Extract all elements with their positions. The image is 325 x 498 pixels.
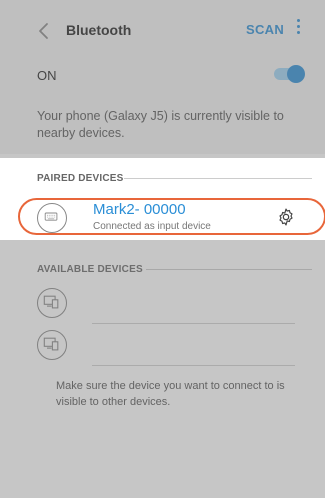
- section-divider: [124, 178, 312, 179]
- section-divider: [146, 269, 312, 270]
- visibility-text: Your phone (Galaxy J5) is currently visi…: [37, 109, 284, 140]
- dim-overlay-bottom: [0, 240, 325, 498]
- paired-devices-header: PAIRED DEVICES: [37, 173, 124, 184]
- available-devices-header: AVAILABLE DEVICES: [37, 264, 143, 275]
- devices-icon[interactable]: [37, 288, 67, 318]
- available-hint-text: Make sure the device you want to connect…: [56, 380, 285, 408]
- highlight-outline: [18, 198, 325, 235]
- list-divider: [92, 365, 295, 366]
- page-title: Bluetooth: [66, 22, 132, 38]
- scan-button[interactable]: SCAN: [246, 22, 284, 37]
- chevron-left-icon[interactable]: [34, 20, 54, 42]
- toggle-knob: [287, 65, 305, 83]
- toggle-label: ON: [37, 68, 57, 83]
- bluetooth-toggle-row[interactable]: ON: [0, 62, 325, 96]
- app-header: Bluetooth SCAN: [0, 0, 325, 62]
- list-divider: [92, 323, 295, 324]
- bluetooth-toggle-switch[interactable]: [274, 65, 305, 83]
- visibility-section: Your phone (Galaxy J5) is currently visi…: [0, 96, 325, 154]
- more-vertical-icon[interactable]: [294, 19, 302, 41]
- devices-icon[interactable]: [37, 330, 67, 360]
